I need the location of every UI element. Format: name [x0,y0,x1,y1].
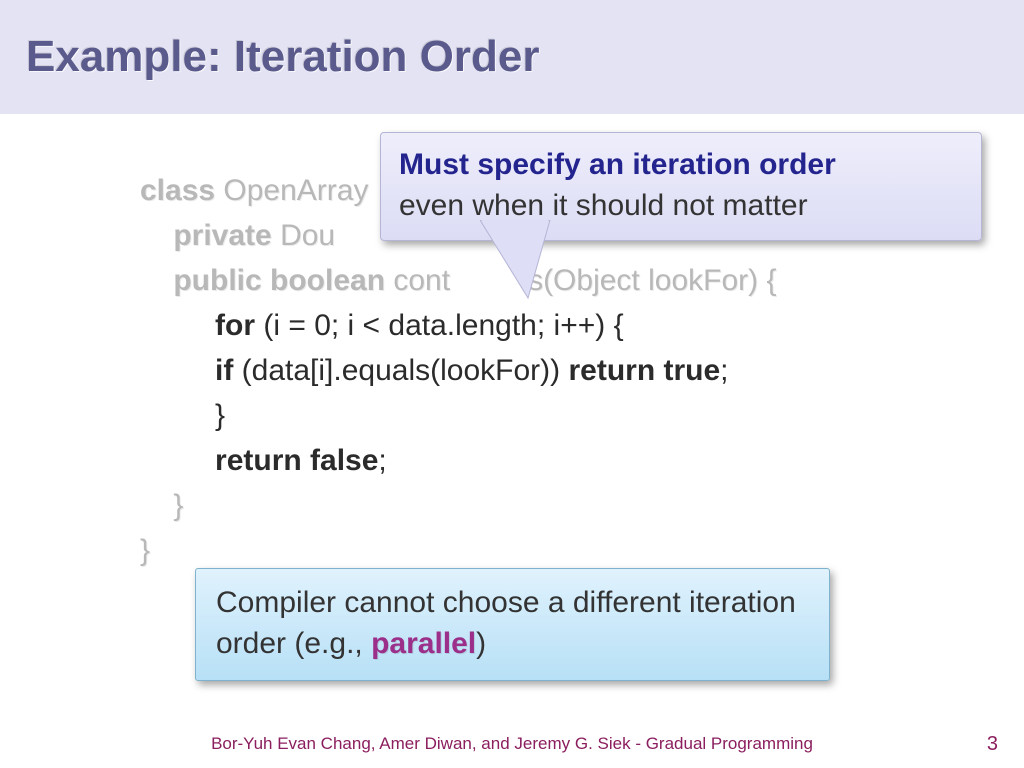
callout-bottom-emph: parallel [371,627,476,660]
callout-top-text: even when it should not matter [399,189,808,222]
footer-text: Bor-Yuh Evan Chang, Amer Diwan, and Jere… [0,734,1024,754]
slide-title: Example: Iteration Order [26,32,539,82]
code-line-7: return false; [140,438,776,483]
callout-bottom: Compiler cannot choose a different itera… [195,568,830,681]
code-line-6: } [140,393,776,438]
code-line-5: if (data[i].equals(lookFor)) return true… [140,348,776,393]
code-line-9: } [140,528,776,573]
code-line-3: public boolean conts(Object lookFor) { [140,258,776,303]
code-line-8: } [140,483,776,528]
callout-top: Must specify an iteration order even whe… [380,132,982,241]
callout-bottom-text-post: ) [476,627,486,660]
callout-top-emph: Must specify an iteration order [399,148,836,181]
title-bar: Example: Iteration Order [0,0,1024,114]
callout-bottom-text-pre: Compiler cannot choose a different itera… [216,586,796,660]
page-number: 3 [987,733,998,756]
code-line-4: for (i = 0; i < data.length; i++) { [140,303,776,348]
